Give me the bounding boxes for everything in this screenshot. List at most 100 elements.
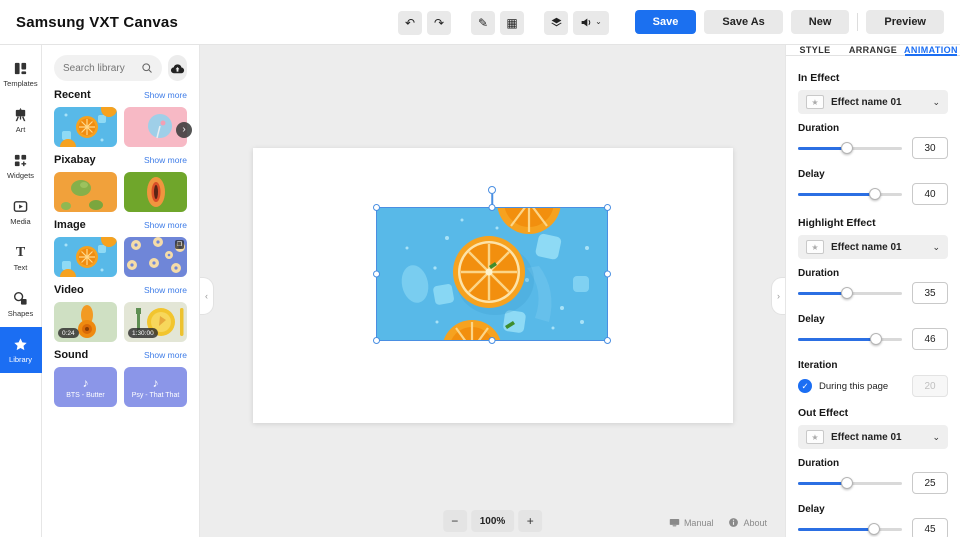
resize-handle-nw[interactable] [373, 204, 380, 211]
tab-style[interactable]: STYLE [786, 45, 844, 55]
delay-label: Delay [798, 314, 948, 325]
chevron-down-icon: ⌄ [932, 97, 940, 108]
resize-handle-n[interactable] [489, 204, 496, 211]
resize-handle-w[interactable] [373, 271, 380, 278]
in-duration-input[interactable] [912, 137, 948, 159]
save-button[interactable]: Save [635, 10, 697, 34]
resize-handle-sw[interactable] [373, 337, 380, 344]
save-as-button[interactable]: Save As [704, 10, 782, 34]
thumbnail-pixabay-vegetable[interactable] [54, 172, 117, 212]
preview-button[interactable]: Preview [866, 10, 944, 34]
audio-button[interactable]: ⌄ [573, 11, 609, 35]
effect-preview-icon: ★ [806, 430, 824, 444]
toolbar: ↶ ↷ ✎ ▦ ⌄ [398, 0, 609, 45]
collapse-library-panel-button[interactable]: ‹ [200, 277, 214, 315]
thumbnail-recent-oranges[interactable] [54, 107, 117, 147]
out-delay-slider[interactable] [798, 522, 902, 536]
out-delay-input[interactable] [912, 518, 948, 537]
thumbnail-pixabay-papaya[interactable] [124, 172, 187, 212]
tab-animation[interactable]: ANIMATION [902, 45, 960, 55]
pen-tool-button[interactable]: ✎ [471, 11, 495, 35]
slider-thumb[interactable] [870, 333, 882, 345]
out-duration-slider[interactable] [798, 476, 902, 490]
highlight-delay-input[interactable] [912, 328, 948, 350]
upload-button[interactable] [168, 55, 187, 81]
duration-label: Duration [798, 458, 948, 469]
oranges-thumb-art [54, 107, 117, 147]
show-more-link[interactable]: Show more [144, 285, 187, 295]
insert-group: ✎ ▦ [471, 11, 524, 35]
canvas-area[interactable]: ‹ › [200, 45, 785, 537]
iteration-count-input [912, 375, 948, 397]
vegetable-thumb-art [54, 172, 117, 212]
sidebar-item-library[interactable]: Library [0, 327, 42, 373]
layers-icon [550, 16, 563, 29]
sidebar-item-templates[interactable]: Templates [0, 51, 42, 97]
sound-card-psy-thatthat[interactable]: ♪ Psy - That That [124, 367, 187, 407]
zoom-in-button[interactable]: + [518, 510, 542, 532]
rotate-handle[interactable] [488, 186, 496, 194]
show-more-link[interactable]: Show more [144, 155, 187, 165]
sidebar-item-text[interactable]: T Text [0, 235, 42, 281]
show-more-link[interactable]: Show more [144, 220, 187, 230]
tab-arrange[interactable]: ARRANGE [844, 45, 902, 55]
zoom-level[interactable]: 100% [471, 510, 515, 532]
slider-thumb[interactable] [868, 523, 880, 535]
about-link[interactable]: About [728, 517, 767, 528]
table-tool-button[interactable]: ▦ [500, 11, 524, 35]
selected-image[interactable] [377, 208, 607, 340]
resize-handle-s[interactable] [489, 337, 496, 344]
highlight-duration-slider[interactable] [798, 286, 902, 300]
shapes-icon [13, 291, 28, 306]
slider-thumb[interactable] [841, 287, 853, 299]
in-effect-dropdown[interactable]: ★ Effect name 01 ⌄ [798, 90, 948, 114]
search-box[interactable] [54, 55, 162, 81]
in-duration-slider[interactable] [798, 141, 902, 155]
collapse-inspector-panel-button[interactable]: › [771, 277, 785, 315]
undo-button[interactable]: ↶ [398, 11, 422, 35]
inspector-tabs: STYLE ARRANGE ANIMATION [786, 45, 960, 56]
section-title: Image [54, 219, 86, 231]
zoom-out-button[interactable]: − [443, 510, 467, 532]
sidebar-item-shapes[interactable]: Shapes [0, 281, 42, 327]
search-input[interactable] [63, 63, 141, 74]
redo-button[interactable]: ↷ [427, 11, 451, 35]
in-delay-input[interactable] [912, 183, 948, 205]
resize-handle-se[interactable] [604, 337, 611, 344]
resize-handle-ne[interactable] [604, 204, 611, 211]
slider-thumb[interactable] [841, 477, 853, 489]
slider-thumb[interactable] [841, 142, 853, 154]
thumbnail-video-squash[interactable]: 0:24 [54, 302, 117, 342]
section-sound: Sound Show more ♪ BTS - Butter ♪ Psy - T… [54, 349, 187, 407]
highlight-effect-dropdown[interactable]: ★ Effect name 01 ⌄ [798, 235, 948, 259]
thumbnail-image-donuts[interactable]: ❐ [124, 237, 187, 277]
out-duration-input[interactable] [912, 472, 948, 494]
new-button[interactable]: New [791, 10, 850, 34]
during-this-page-checkbox[interactable]: ✓ [798, 379, 812, 393]
sidebar-item-media[interactable]: Media [0, 189, 42, 235]
out-effect-dropdown[interactable]: ★ Effect name 01 ⌄ [798, 425, 948, 449]
layers-button[interactable] [544, 11, 568, 35]
footer-links: Manual About [669, 517, 767, 528]
highlight-delay-slider[interactable] [798, 332, 902, 346]
arrow-right-icon: › [182, 124, 185, 135]
recent-next-arrow-button[interactable]: › [176, 122, 192, 138]
sidebar-item-art[interactable]: Art [0, 97, 42, 143]
highlight-duration-input[interactable] [912, 282, 948, 304]
oranges-image-art [377, 208, 607, 340]
track-name: BTS - Butter [66, 392, 105, 399]
resize-handle-e[interactable] [604, 271, 611, 278]
show-more-link[interactable]: Show more [144, 90, 187, 100]
thumbnail-image-oranges[interactable] [54, 237, 117, 277]
in-delay-slider[interactable] [798, 187, 902, 201]
music-note-icon: ♪ [83, 376, 89, 390]
sidebar-item-widgets[interactable]: Widgets [0, 143, 42, 189]
slider-thumb[interactable] [869, 188, 881, 200]
animation-settings: In Effect ★ Effect name 01 ⌄ Duration De… [786, 56, 960, 537]
manual-link[interactable]: Manual [669, 517, 714, 528]
thumbnail-video-plate[interactable]: 1:30:00 [124, 302, 187, 342]
show-more-link[interactable]: Show more [144, 350, 187, 360]
header-actions: Save Save As New Preview [635, 10, 944, 34]
sound-card-bts-butter[interactable]: ♪ BTS - Butter [54, 367, 117, 407]
left-rail: Templates Art Widgets Media T Text Shape… [0, 45, 42, 537]
